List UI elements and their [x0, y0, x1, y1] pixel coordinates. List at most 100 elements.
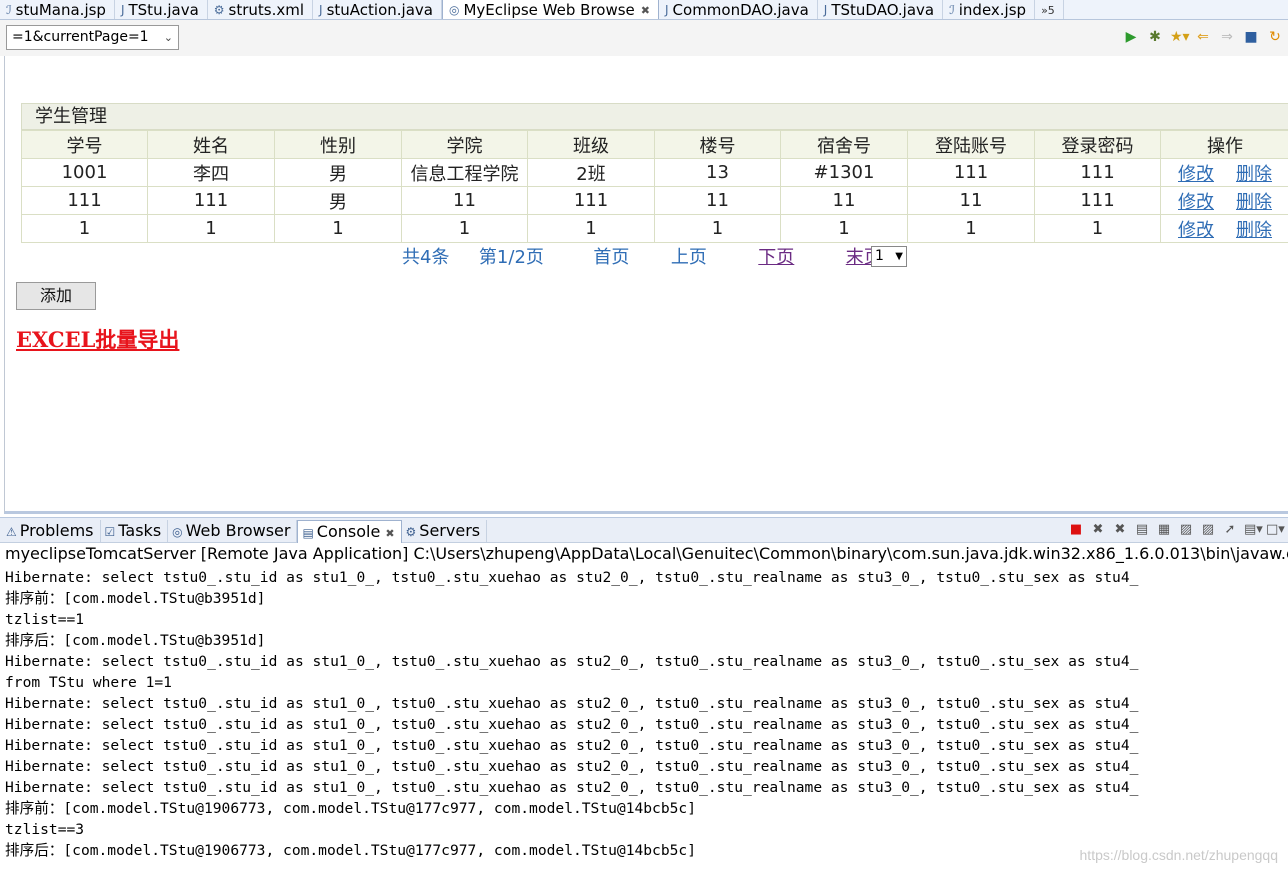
console-toolbar: ■ ✖ ✖ ▤ ▦ ▨ ▨ ➚ ▤▾ □▾ [1068, 522, 1285, 537]
debug-icon[interactable]: ✱ [1146, 29, 1164, 45]
delete-link[interactable]: 删除 [1236, 220, 1272, 241]
console-description: myeclipseTomcatServer [Remote Java Appli… [0, 543, 1288, 565]
jsp-file-icon: ℐ [6, 3, 12, 17]
column-header: 班级 [527, 130, 655, 159]
editor-tab-strip: ℐstuMana.jsp J TStu.java ⚙ struts.xml JstuAct… [0, 0, 1288, 20]
table-header-row: 学号 姓名 性别 学院 班级 楼号 宿舍号 登陆账号 登录密码 操作 [21, 130, 1288, 159]
remove-all-icon[interactable]: ✖ [1112, 522, 1128, 537]
column-header: 学号 [21, 130, 148, 159]
panel-tab[interactable]: ◎ Web Browser [168, 520, 298, 542]
table-cell: 1 [1034, 214, 1161, 243]
clear-console-icon[interactable]: ▤ [1134, 522, 1150, 537]
editor-tab[interactable]: ℐindex.jsp [943, 0, 1036, 19]
close-icon[interactable]: ✖ [641, 4, 650, 17]
student-table: 学号 姓名 性别 学院 班级 楼号 宿舍号 登陆账号 登录密码 操作 1001 李四男信息工程学院 2… [21, 130, 1288, 243]
table-cell: 13 [654, 158, 781, 187]
panel-tab-label: Console [316, 522, 381, 541]
prev-page-link[interactable]: 上页 [671, 243, 707, 269]
editor-tab-label: stuAction.java [326, 1, 433, 19]
table-cell: 1 [274, 214, 402, 243]
table-cell: 111 [907, 158, 1035, 187]
editor-tab[interactable]: J CommonDAO.java [659, 0, 818, 19]
editor-tab[interactable]: J TStu.java [115, 0, 208, 19]
editor-tab[interactable]: ◎ MyEclipse Web Browse ✖ [441, 0, 659, 19]
close-icon[interactable]: ✖ [385, 527, 394, 540]
chevron-down-icon[interactable]: ⌄ [164, 26, 173, 49]
more-tabs-button[interactable]: »5 [1035, 0, 1064, 19]
console-line: 排序后：[com.model.TStu@b3951d] [5, 632, 266, 649]
favorite-icon[interactable]: ★▾ [1170, 29, 1190, 45]
editor-tab-label: CommonDAO.java [672, 1, 809, 19]
java-file-icon: J [665, 3, 669, 17]
first-page-link[interactable]: 首页 [593, 243, 629, 269]
panel-tab[interactable]: ⚠ Problems [2, 520, 101, 542]
web-page-content: 学生管理 学号 姓名 性别 学院 班级 楼号 宿舍号 登陆账号 登录密码 操作 1001 李四男信息… [4, 56, 1288, 514]
editor-tab-label: struts.xml [228, 1, 305, 19]
xml-gear-icon: ⚙ [213, 3, 225, 17]
browser-nav-icons: ▶ ✱ ★▾ ⇐ ⇒ ■ ↻ [1122, 29, 1284, 45]
edit-link[interactable]: 修改 [1178, 192, 1214, 213]
panel-tab-bar: ⚠ Problems ☑ Tasks ◎ Web Browser ▤ Console ✖ ⚙ Ser… [0, 517, 1288, 543]
scroll-lock-icon[interactable]: ▦ [1156, 522, 1172, 537]
console-line: tzlist==3 [5, 821, 85, 838]
url-combo[interactable]: =1&currentPage=1 ⌄ [6, 25, 179, 50]
add-button[interactable]: 添加 [16, 282, 96, 310]
student-management-panel: 学生管理 学号 姓名 性别 学院 班级 楼号 宿舍号 登陆账号 登录密码 操作 1001 李四男信息… [21, 103, 1288, 243]
browser-toolbar: =1&currentPage=1 ⌄ ▶ ✱ ★▾ ⇐ ⇒ ■ ↻ [0, 20, 1288, 56]
run-icon[interactable]: ▶ [1122, 29, 1140, 45]
panel-tab[interactable]: ☑ Tasks [101, 520, 169, 542]
editor-tab[interactable]: ℐstuMana.jsp [0, 0, 115, 19]
table-cell: 111 [1034, 186, 1161, 215]
table-cell: 李四 [147, 158, 275, 187]
refresh-icon[interactable]: ↻ [1266, 29, 1284, 45]
edit-link[interactable]: 修改 [1178, 220, 1214, 241]
column-header: 宿舍号 [780, 130, 908, 159]
watermark: https://blog.csdn.net/zhupengqq [1079, 847, 1278, 863]
table-cell: 1 [780, 214, 908, 243]
console-output[interactable]: Hibernate: select tstu0_.stu_id as stu1_… [0, 567, 1288, 869]
remove-launch-icon[interactable]: ✖ [1090, 522, 1106, 537]
delete-link[interactable]: 删除 [1236, 164, 1272, 185]
forward-icon[interactable]: ⇒ [1218, 29, 1236, 45]
table-row: 1 1 1 1 1 1 1 1 1 修改 删除 [21, 214, 1288, 243]
table-cell: 1001 [21, 158, 148, 187]
pin-console-icon[interactable]: ➚ [1222, 522, 1238, 537]
column-header: 姓名 [147, 130, 275, 159]
table-row: 1001 李四男信息工程学院 2班 13 #1301 111 111 修改 删除 [21, 158, 1288, 187]
table-cell: 1 [21, 214, 148, 243]
tasks-icon: ☑ [104, 525, 116, 539]
show-on-output-icon[interactable]: ▨ [1178, 522, 1194, 537]
panel-tab[interactable]: ⚙ Servers [402, 520, 488, 542]
column-header: 性别 [274, 130, 402, 159]
editor-tab[interactable]: ⚙ struts.xml [208, 0, 314, 19]
panel-title: 学生管理 [21, 103, 1288, 130]
edit-link[interactable]: 修改 [1178, 164, 1214, 185]
table-cell: 111 [147, 186, 275, 215]
editor-tab[interactable]: JstuAction.java [313, 0, 442, 19]
panel-tab[interactable]: ▤ Console ✖ [297, 520, 402, 543]
page-select[interactable]: 1 ▼ [871, 246, 907, 267]
editor-tab[interactable]: J TStuDAO.java [818, 0, 944, 19]
table-cell: 1 [401, 214, 528, 243]
terminate-icon[interactable]: ■ [1068, 522, 1084, 537]
java-file-icon: J [319, 3, 323, 17]
table-cell: 111 [1034, 158, 1161, 187]
next-page-link[interactable]: 下页 [758, 243, 794, 269]
editor-tab-label: TStu.java [128, 1, 199, 19]
display-console-icon[interactable]: ▤▾ [1244, 522, 1263, 537]
back-icon[interactable]: ⇐ [1194, 29, 1212, 45]
actions-cell: 修改 删除 [1160, 214, 1288, 243]
open-console-icon[interactable]: □▾ [1266, 522, 1285, 537]
editor-tab-label: TStuDAO.java [831, 1, 935, 19]
excel-export-link[interactable]: EXCEL批量导出 [16, 324, 179, 354]
total-count: 共4条 [402, 247, 450, 268]
console-line: Hibernate: select tstu0_.stu_id as stu1_… [5, 737, 1139, 754]
delete-link[interactable]: 删除 [1236, 192, 1272, 213]
panel-tab-label: Tasks [118, 521, 162, 540]
pagination: 共4条 第1/2页 首页 上页 下页 末页 [402, 243, 882, 269]
table-row: 111 111 男 11 111 11 11 11 111 修改 删除 [21, 186, 1288, 215]
stop-icon[interactable]: ■ [1242, 29, 1260, 45]
editor-tab-label: index.jsp [958, 1, 1027, 19]
table-cell: 1 [654, 214, 781, 243]
show-on-error-icon[interactable]: ▨ [1200, 522, 1216, 537]
